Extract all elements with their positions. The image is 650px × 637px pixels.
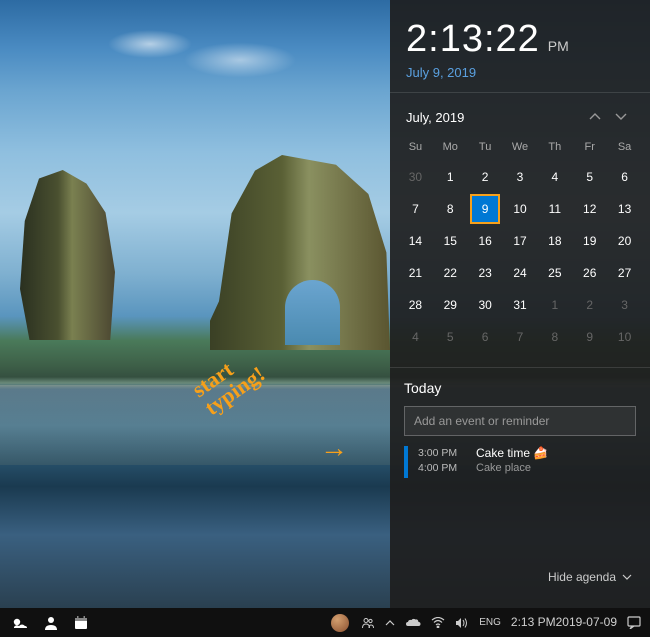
taskbar-app-calendar[interactable] (66, 608, 96, 637)
date-settings-link[interactable]: July 9, 2019 (406, 65, 634, 80)
agenda-events-list: 3:00 PM4:00 PM Cake time 🍰 Cake place (404, 446, 636, 478)
clock-section: 2:13:22 PM July 9, 2019 (390, 0, 650, 92)
calendar-day[interactable]: 10 (607, 321, 642, 353)
agenda-event[interactable]: 3:00 PM4:00 PM Cake time 🍰 Cake place (404, 446, 636, 478)
handwritten-arrow-icon: → (320, 432, 348, 464)
calendar-day[interactable]: 8 (433, 193, 468, 225)
taskbar-app-people[interactable] (36, 608, 66, 637)
event-body: Cake time 🍰 Cake place (476, 446, 548, 474)
event-accent-bar (404, 446, 408, 478)
calendar-day[interactable]: 2 (572, 289, 607, 321)
current-time: 2:13:22 (406, 18, 540, 61)
calendar-day[interactable]: 12 (572, 193, 607, 225)
tray-wifi-icon[interactable] (426, 608, 450, 637)
calendar-day[interactable]: 24 (503, 257, 538, 289)
calendar-dow: Su (398, 137, 433, 161)
calendar-day[interactable]: 1 (537, 289, 572, 321)
tray-volume-icon[interactable] (450, 608, 474, 637)
calendar-day[interactable]: 3 (607, 289, 642, 321)
clock-calendar-flyout: 2:13:22 PM July 9, 2019 July, 2019 SuMoT… (390, 0, 650, 608)
calendar-day[interactable]: 15 (433, 225, 468, 257)
add-event-input[interactable] (404, 406, 636, 436)
calendar-dow: Th (537, 137, 572, 161)
calendar-day[interactable]: 13 (607, 193, 642, 225)
calendar-day[interactable]: 26 (572, 257, 607, 289)
tray-people-icon[interactable] (356, 608, 380, 637)
calendar-day[interactable]: 4 (398, 321, 433, 353)
calendar-day[interactable]: 19 (572, 225, 607, 257)
agenda-today-label: Today (404, 380, 636, 396)
calendar-day[interactable]: 29 (433, 289, 468, 321)
wallpaper-clouds (30, 20, 330, 100)
calendar-day[interactable]: 25 (537, 257, 572, 289)
time-ampm: PM (548, 38, 569, 54)
wallpaper-rock-left (20, 170, 115, 340)
tray-language-indicator[interactable]: ENG (474, 608, 506, 637)
calendar-day[interactable]: 9 (572, 321, 607, 353)
calendar-day[interactable]: 17 (503, 225, 538, 257)
system-tray: ENG 2:13 PM 2019-07-09 (356, 608, 646, 637)
calendar-day[interactable]: 2 (468, 161, 503, 193)
taskbar-app-weather[interactable] (4, 608, 36, 637)
calendar-day[interactable]: 8 (537, 321, 572, 353)
calendar-grid: SuMoTuWeThFrSa30123456789101112131415161… (398, 137, 642, 353)
calendar-day[interactable]: 28 (398, 289, 433, 321)
calendar-day[interactable]: 14 (398, 225, 433, 257)
tray-clock-time: 2:13 PM (511, 616, 556, 629)
calendar-day[interactable]: 18 (537, 225, 572, 257)
event-times: 3:00 PM4:00 PM (418, 446, 466, 475)
tray-overflow-button[interactable] (380, 608, 400, 637)
calendar-section: July, 2019 SuMoTuWeThFrSa301234567891011… (390, 93, 650, 367)
calendar-day[interactable]: 31 (503, 289, 538, 321)
calendar-day[interactable]: 27 (607, 257, 642, 289)
tray-clock[interactable]: 2:13 PM 2019-07-09 (506, 608, 622, 637)
taskbar: ENG 2:13 PM 2019-07-09 (0, 608, 650, 637)
calendar-day[interactable]: 4 (537, 161, 572, 193)
wallpaper-arch (285, 280, 340, 345)
chevron-down-icon (622, 574, 632, 580)
calendar-day-today[interactable]: 9 (468, 193, 503, 225)
calendar-dow: Tu (468, 137, 503, 161)
calendar-day[interactable]: 16 (468, 225, 503, 257)
calendar-day[interactable]: 20 (607, 225, 642, 257)
tray-onedrive-icon[interactable] (400, 608, 426, 637)
calendar-day[interactable]: 23 (468, 257, 503, 289)
calendar-day[interactable]: 5 (433, 321, 468, 353)
calendar-next-button[interactable] (608, 107, 634, 127)
agenda-section: Today 3:00 PM4:00 PM Cake time 🍰 Cake plac… (390, 368, 650, 608)
calendar-day[interactable]: 30 (398, 161, 433, 193)
tray-action-center-icon[interactable] (622, 608, 646, 637)
calendar-day[interactable]: 6 (468, 321, 503, 353)
event-location: Cake place (476, 462, 548, 474)
calendar-dow: Fr (572, 137, 607, 161)
calendar-month-label[interactable]: July, 2019 (406, 110, 582, 125)
tray-clock-date: 2019-07-09 (556, 616, 617, 629)
calendar-day[interactable]: 3 (503, 161, 538, 193)
event-title: Cake time 🍰 (476, 446, 548, 460)
calendar-day[interactable]: 7 (398, 193, 433, 225)
hide-agenda-label: Hide agenda (548, 570, 616, 584)
calendar-dow: Mo (433, 137, 468, 161)
calendar-dow: We (503, 137, 538, 161)
hide-agenda-button[interactable]: Hide agenda (544, 562, 636, 596)
calendar-day[interactable]: 1 (433, 161, 468, 193)
calendar-day[interactable]: 30 (468, 289, 503, 321)
calendar-day[interactable]: 5 (572, 161, 607, 193)
calendar-day[interactable]: 10 (503, 193, 538, 225)
avatar-icon (331, 614, 349, 632)
calendar-prev-button[interactable] (582, 107, 608, 127)
calendar-day[interactable]: 11 (537, 193, 572, 225)
calendar-day[interactable]: 6 (607, 161, 642, 193)
calendar-dow: Sa (607, 137, 642, 161)
calendar-day[interactable]: 22 (433, 257, 468, 289)
taskbar-user-avatar[interactable] (324, 608, 356, 637)
calendar-day[interactable]: 7 (503, 321, 538, 353)
calendar-day[interactable]: 21 (398, 257, 433, 289)
